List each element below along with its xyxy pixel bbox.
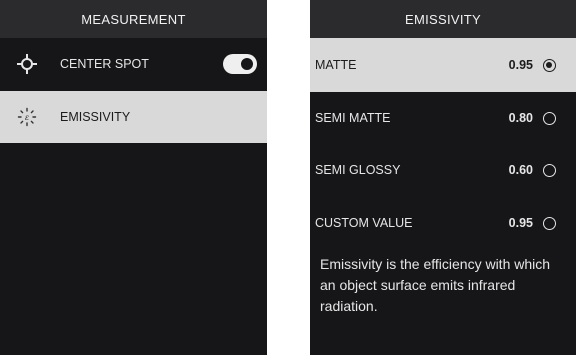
option-value: 0.95 xyxy=(508,58,533,72)
option-semi-glossy[interactable]: SEMI GLOSSY 0.60 xyxy=(310,144,576,196)
option-label: CUSTOM VALUE xyxy=(315,216,413,230)
menu-item-label: CENTER SPOT xyxy=(60,57,149,71)
crosshair-icon xyxy=(16,53,38,75)
toggle-knob xyxy=(239,56,255,72)
menu-item-label: EMISSIVITY xyxy=(60,110,131,124)
option-label: SEMI MATTE xyxy=(315,111,391,125)
radio-unselected-icon[interactable] xyxy=(543,111,556,125)
svg-text:ε: ε xyxy=(25,113,29,122)
measurement-screen: MEASUREMENT CENTER SPOT ε EMISSIVITY xyxy=(0,0,267,355)
radio-unselected-icon[interactable] xyxy=(543,163,556,177)
option-value: 0.95 xyxy=(508,216,533,230)
option-label: SEMI GLOSSY xyxy=(315,163,401,177)
emissivity-title: EMISSIVITY xyxy=(405,11,481,27)
option-value: 0.60 xyxy=(508,163,533,177)
menu-item-emissivity[interactable]: ε EMISSIVITY xyxy=(0,91,267,143)
emissivity-screen: EMISSIVITY MATTE 0.95 SEMI MATTE 0.80 SE… xyxy=(310,0,576,355)
emissivity-description: Emissivity is the efficiency with which … xyxy=(320,256,551,314)
radio-selected-icon[interactable] xyxy=(543,58,556,72)
center-spot-toggle[interactable] xyxy=(223,54,257,74)
measurement-title: MEASUREMENT xyxy=(81,11,186,27)
menu-item-center-spot[interactable]: CENTER SPOT xyxy=(0,38,267,90)
option-matte[interactable]: MATTE 0.95 xyxy=(310,38,576,92)
option-value: 0.80 xyxy=(508,111,533,125)
option-label: MATTE xyxy=(315,58,357,72)
radio-unselected-icon[interactable] xyxy=(543,216,556,230)
emissivity-icon: ε xyxy=(16,106,38,128)
emissivity-header: EMISSIVITY xyxy=(310,0,576,38)
option-semi-matte[interactable]: SEMI MATTE 0.80 xyxy=(310,92,576,144)
option-custom-value[interactable]: CUSTOM VALUE 0.95 xyxy=(310,197,576,249)
measurement-header: MEASUREMENT xyxy=(0,0,267,38)
